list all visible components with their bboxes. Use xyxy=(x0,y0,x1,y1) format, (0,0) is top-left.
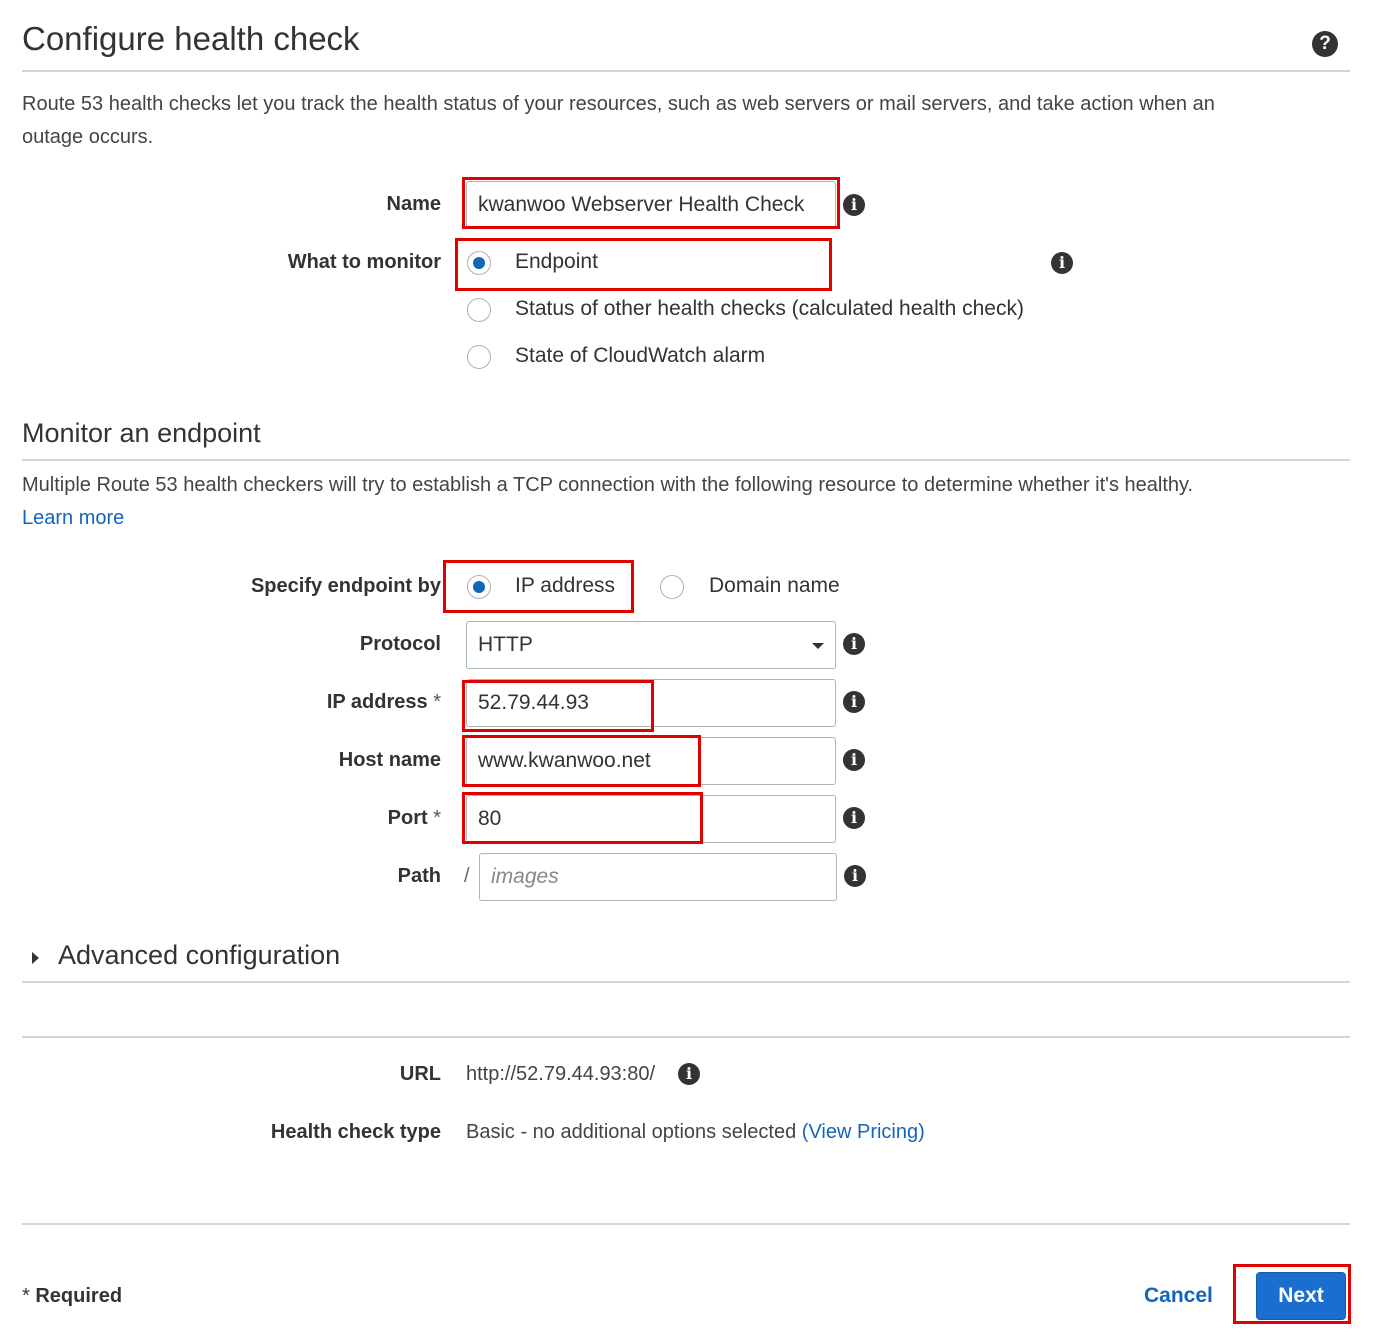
monitor-label: What to monitor xyxy=(287,251,441,273)
chevron-down-icon xyxy=(812,643,824,649)
option-cloudwatch-label: State of CloudWatch alarm xyxy=(515,344,766,367)
info-icon[interactable]: i xyxy=(678,1063,700,1085)
info-icon[interactable]: i xyxy=(844,865,866,887)
health-check-type-value: Basic - no additional options selected (… xyxy=(466,1121,925,1144)
section-divider xyxy=(22,459,1350,461)
required-note: * Required xyxy=(22,1285,122,1308)
required-note-text: Required xyxy=(35,1285,123,1307)
info-icon[interactable]: i xyxy=(843,194,865,216)
section-title: Monitor an endpoint xyxy=(22,418,261,448)
info-icon[interactable]: i xyxy=(1051,252,1073,274)
radio-cloudwatch[interactable] xyxy=(467,345,491,369)
option-calculated-label: Status of other health checks (calculate… xyxy=(515,297,1024,320)
path-prefix: / xyxy=(464,865,470,887)
summary-divider xyxy=(22,1036,1350,1038)
chevron-right-icon xyxy=(32,952,39,964)
info-icon[interactable]: i xyxy=(843,807,865,829)
specify-endpoint-label: Specify endpoint by xyxy=(250,575,441,597)
option-ip-address-label: IP address xyxy=(515,574,616,597)
highlight-box xyxy=(455,238,832,291)
name-input[interactable]: kwanwoo Webserver Health Check xyxy=(466,181,836,229)
host-name-input[interactable]: www.kwanwoo.net xyxy=(466,737,836,785)
port-label-text: Port xyxy=(387,807,428,829)
learn-more-link[interactable]: Learn more xyxy=(22,502,1342,535)
radio-calculated[interactable] xyxy=(467,298,491,322)
ip-address-input[interactable]: 52.79.44.93 xyxy=(466,679,836,727)
path-input-placeholder: images xyxy=(491,865,559,888)
ip-address-label: IP address * xyxy=(141,691,441,714)
intro-description: Route 53 health checks let you track the… xyxy=(22,88,1342,154)
port-input[interactable]: 80 xyxy=(466,795,836,843)
advanced-config-toggle[interactable]: Advanced configuration xyxy=(22,940,522,980)
section-description: Multiple Route 53 health checkers will t… xyxy=(22,469,1342,535)
ip-address-label-text: IP address xyxy=(326,691,428,713)
radio-ip-address[interactable] xyxy=(467,575,491,599)
protocol-label: Protocol xyxy=(359,633,441,655)
host-name-label: Host name xyxy=(338,749,441,771)
info-icon[interactable]: i xyxy=(843,633,865,655)
footer-divider xyxy=(22,1223,1350,1225)
info-icon[interactable]: i xyxy=(843,749,865,771)
page-title: Configure health check xyxy=(22,20,360,57)
path-label: Path xyxy=(397,865,441,887)
header-divider xyxy=(22,70,1350,72)
advanced-config-title: Advanced configuration xyxy=(58,940,341,970)
info-icon[interactable]: i xyxy=(843,691,865,713)
section-description-text: Multiple Route 53 health checkers will t… xyxy=(22,474,1194,496)
radio-domain-name[interactable] xyxy=(660,575,684,599)
name-label: Name xyxy=(386,193,441,215)
cancel-button[interactable]: Cancel xyxy=(1144,1284,1213,1308)
next-button[interactable]: Next xyxy=(1256,1272,1346,1320)
port-label: Port * xyxy=(141,807,441,830)
required-asterisk: * xyxy=(433,807,441,829)
url-value: http://52.79.44.93:80/ xyxy=(466,1063,656,1085)
radio-endpoint[interactable] xyxy=(467,251,491,275)
view-pricing-link[interactable]: (View Pricing) xyxy=(802,1121,925,1143)
required-note-star: * xyxy=(22,1285,30,1307)
option-endpoint-label: Endpoint xyxy=(515,250,598,273)
path-input[interactable]: images xyxy=(479,853,837,901)
intro-line-2: outage occurs. xyxy=(22,126,154,148)
health-check-type-label: Health check type xyxy=(270,1121,441,1143)
protocol-select[interactable]: HTTP xyxy=(466,621,836,669)
advanced-divider xyxy=(22,981,1350,983)
option-domain-name-label: Domain name xyxy=(709,574,840,597)
url-label: URL xyxy=(399,1063,441,1085)
question-circle-icon[interactable]: ? xyxy=(1312,31,1338,57)
required-asterisk: * xyxy=(433,691,441,713)
health-check-type-text: Basic - no additional options selected xyxy=(466,1121,797,1143)
protocol-selected-value: HTTP xyxy=(478,633,533,656)
intro-line-1: Route 53 health checks let you track the… xyxy=(22,93,1215,115)
